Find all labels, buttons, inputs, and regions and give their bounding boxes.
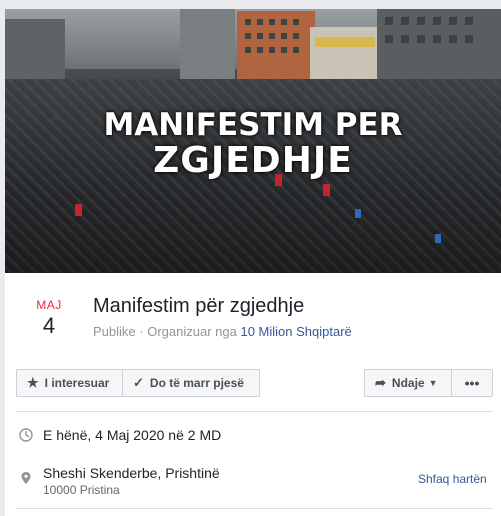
location-subtitle: 10000 Pristina <box>43 483 120 497</box>
event-visibility: Publike <box>93 324 136 339</box>
clock-icon <box>19 428 33 442</box>
share-button[interactable]: ➦ Ndaje ▼ <box>364 369 452 397</box>
flag-decoration <box>75 204 82 216</box>
more-icon: ••• <box>464 375 480 391</box>
interested-button[interactable]: ★ I interesuar <box>16 369 123 397</box>
going-label: Do të marr pjesë <box>149 376 244 390</box>
caret-down-icon: ▼ <box>428 378 438 388</box>
check-icon: ✓ <box>133 375 144 390</box>
location-name[interactable]: Sheshi Skenderbe, Prishtinë <box>43 465 220 481</box>
organizer-link[interactable]: 10 Milion Shqiptarë <box>240 324 351 339</box>
event-meta: Publike · Organizuar nga 10 Milion Shqip… <box>93 324 352 339</box>
event-datetime[interactable]: E hënë, 4 Maj 2020 në 2 MD <box>43 427 221 443</box>
cover-title-line2: ZGJEDHJE <box>153 140 353 181</box>
show-map-link[interactable]: Shfaq hartën <box>418 472 487 486</box>
event-day: 4 <box>42 313 56 338</box>
event-cover-photo[interactable]: MANIFESTIM PER ZGJEDHJE <box>5 9 501 273</box>
location-pin-icon <box>21 472 31 484</box>
event-title: Manifestim për zgjedhje <box>93 295 305 317</box>
cover-title-line1: MANIFESTIM PER <box>103 107 403 143</box>
event-date-badge: MAJ 4 <box>33 298 65 339</box>
share-arrow-icon: ➦ <box>375 375 386 390</box>
flag-decoration <box>435 234 441 243</box>
event-card: MANIFESTIM PER ZGJEDHJE MAJ 4 Manifestim… <box>5 9 501 516</box>
organized-by-label: Organizuar nga <box>147 324 237 339</box>
star-icon: ★ <box>27 375 39 390</box>
flag-decoration <box>355 209 361 218</box>
interested-label: I interesuar <box>44 376 110 390</box>
flag-decoration <box>323 184 330 196</box>
share-label: Ndaje <box>391 376 425 390</box>
divider <box>16 411 493 412</box>
divider <box>16 508 493 509</box>
more-options-button[interactable]: ••• <box>451 369 493 397</box>
event-month: MAJ <box>36 298 62 312</box>
going-button[interactable]: ✓ Do të marr pjesë <box>122 369 260 397</box>
